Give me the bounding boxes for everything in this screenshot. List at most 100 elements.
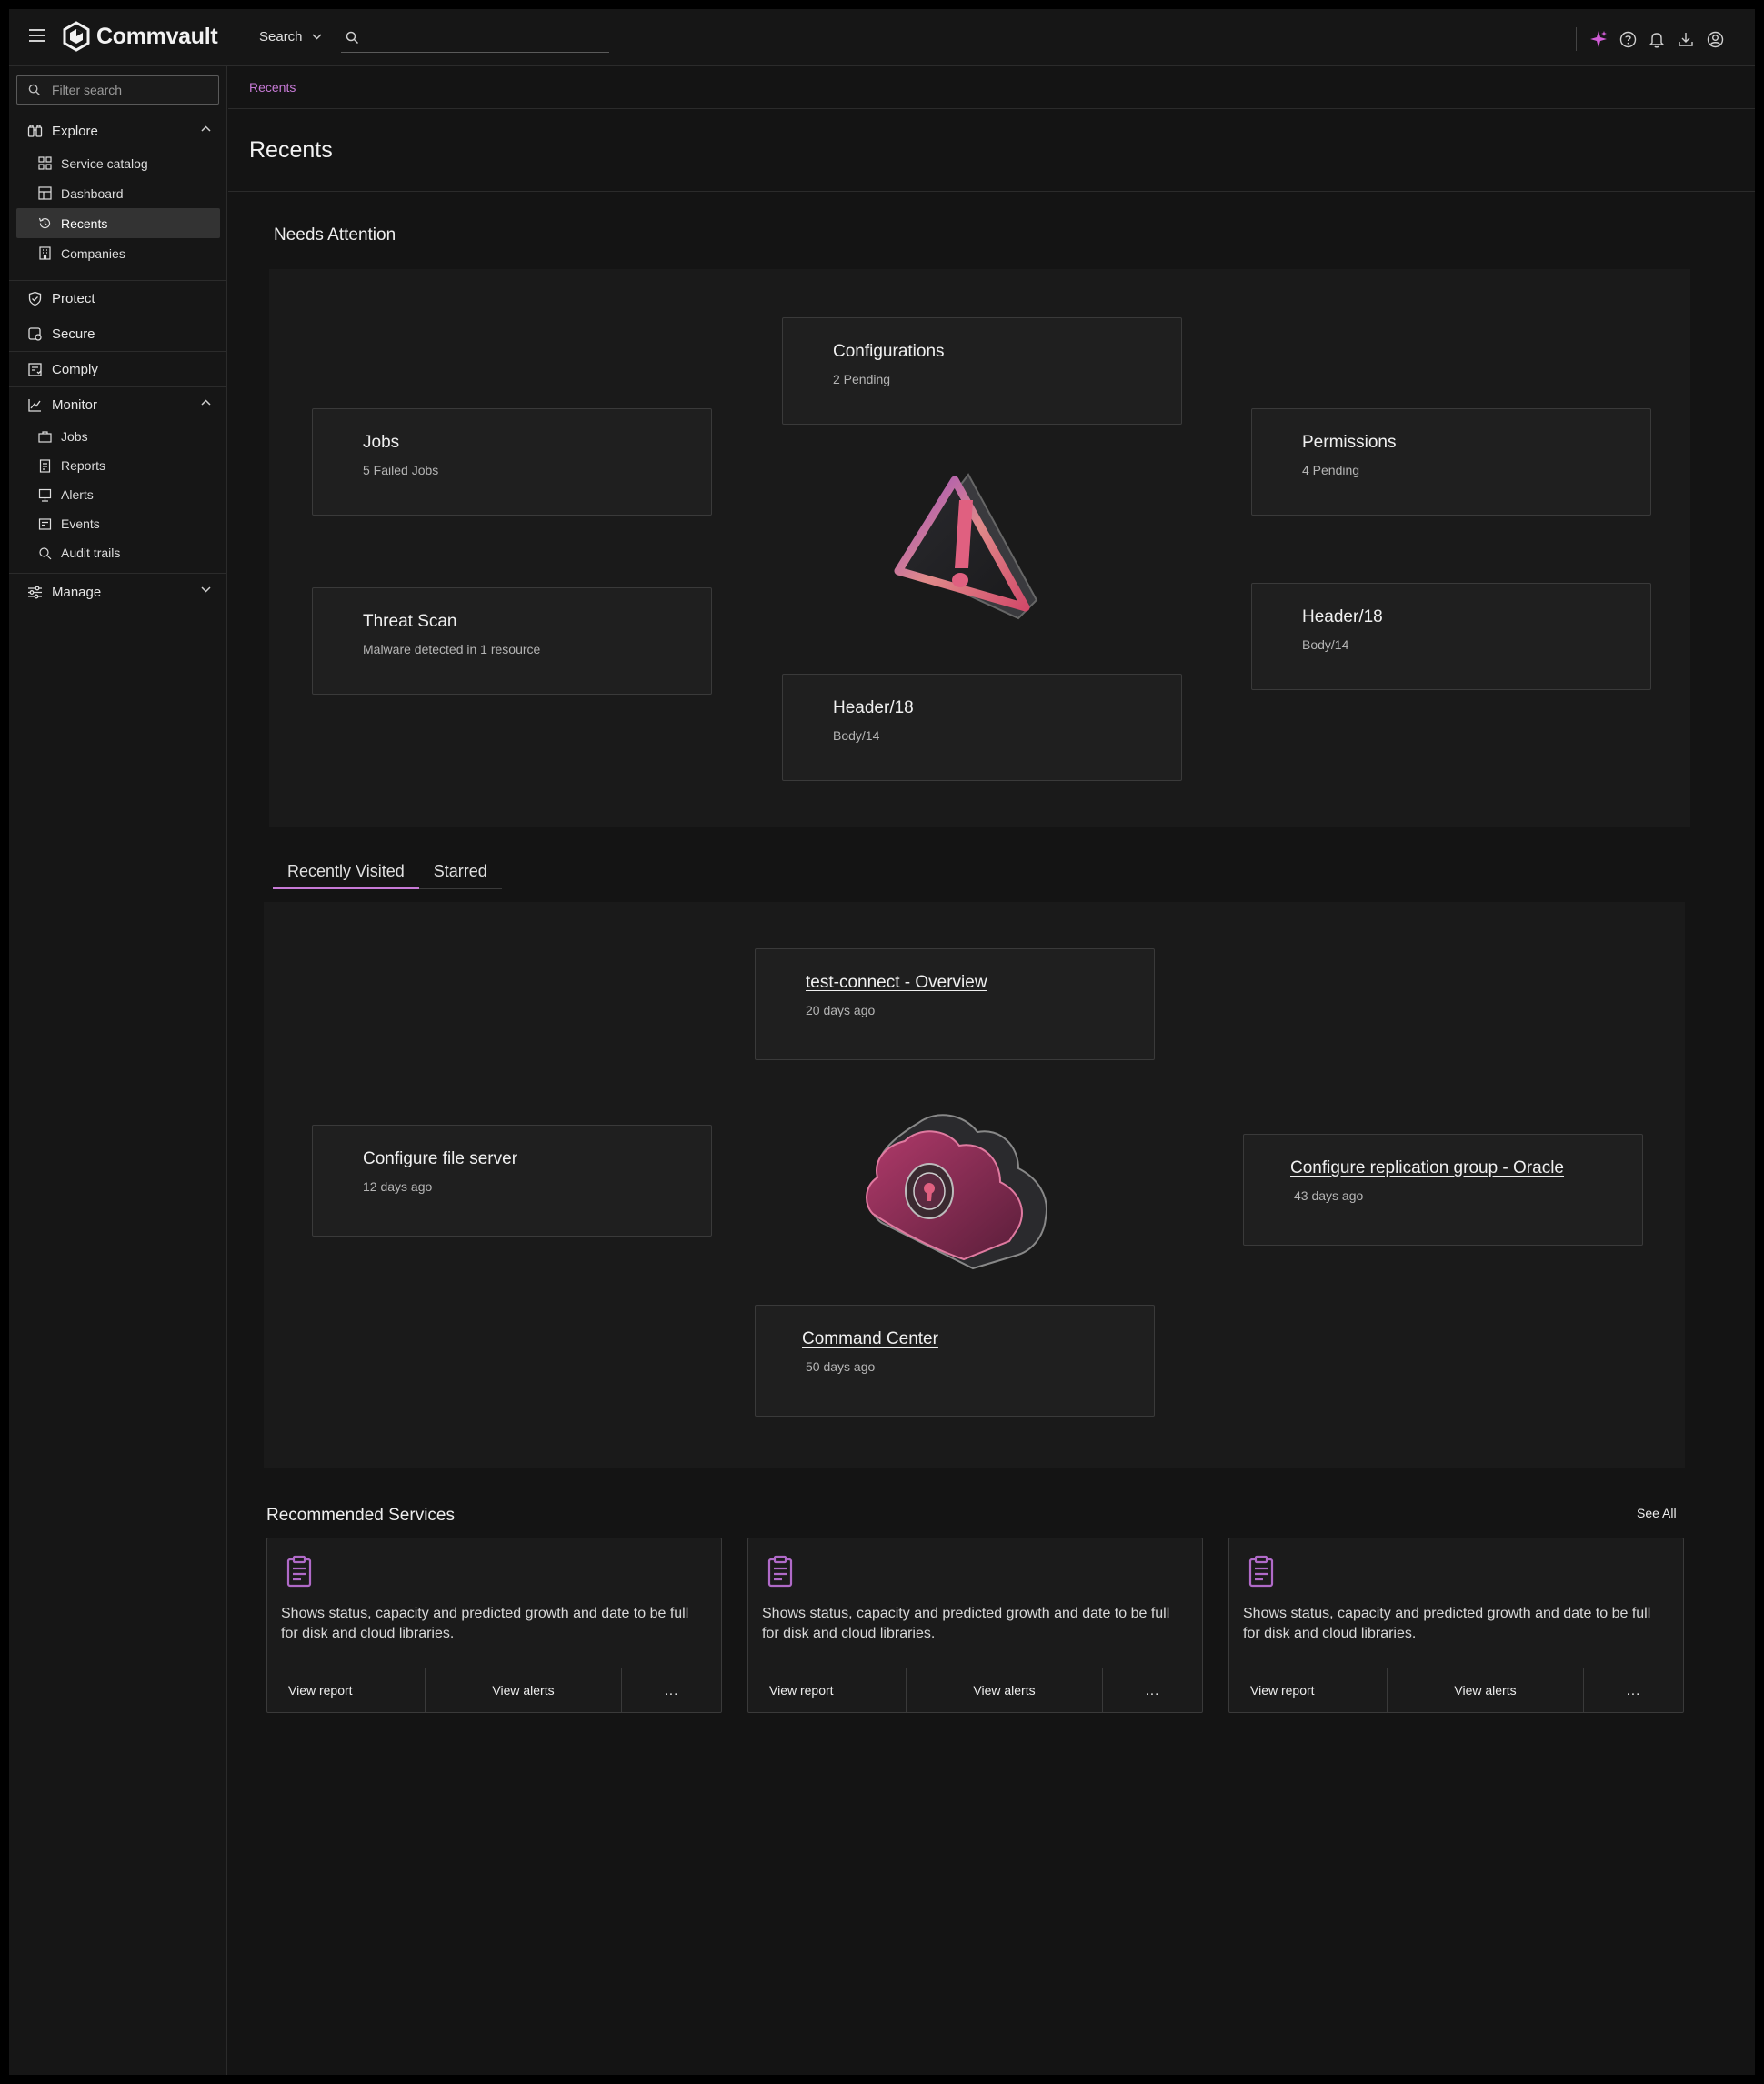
tab-starred[interactable]: Starred	[419, 853, 502, 888]
nav-group-monitor: Monitor Jobs Reports Alerts Events Audit…	[9, 387, 227, 567]
top-icon-group	[1576, 27, 1724, 51]
attention-card-jobs[interactable]: Jobs 5 Failed Jobs	[312, 408, 712, 516]
card-header-link[interactable]: test-connect - Overview	[806, 973, 987, 993]
filter-search[interactable]	[16, 75, 219, 105]
nav-monitor[interactable]: Monitor	[9, 387, 227, 422]
attention-card-placeholder-center[interactable]: Header/18 Body/14	[782, 674, 1182, 781]
nav-protect[interactable]: Protect	[9, 281, 227, 316]
ai-sparkle-icon[interactable]	[1589, 30, 1608, 48]
recent-card-test-connect[interactable]: test-connect - Overview 20 days ago	[755, 948, 1155, 1060]
sidebar-item-audit-trails[interactable]: Audit trails	[16, 538, 220, 567]
service-card: Shows status, capacity and predicted gro…	[1228, 1538, 1684, 1713]
nav-group-secure: Secure	[9, 316, 227, 351]
recent-card-configure-file-server[interactable]: Configure file server 12 days ago	[312, 1125, 712, 1237]
binoculars-icon	[27, 124, 43, 139]
sidebar-item-jobs[interactable]: Jobs	[16, 422, 220, 451]
sidebar-item-label: Events	[61, 516, 100, 531]
sidebar-item-alerts[interactable]: Alerts	[16, 480, 220, 509]
sidebar-item-reports[interactable]: Reports	[16, 451, 220, 480]
attention-card-placeholder-right[interactable]: Header/18 Body/14	[1251, 583, 1651, 690]
needs-attention-title: Needs Attention	[274, 225, 396, 245]
more-options-button[interactable]: ...	[1584, 1668, 1683, 1712]
view-alerts-button[interactable]: View alerts	[426, 1668, 622, 1712]
menu-icon[interactable]	[29, 29, 45, 45]
chevron-down-icon	[312, 34, 322, 40]
attention-card-permissions[interactable]: Permissions 4 Pending	[1251, 408, 1651, 516]
tab-recently-visited[interactable]: Recently Visited	[273, 853, 419, 889]
nav-explore[interactable]: Explore	[9, 114, 227, 148]
event-icon	[38, 517, 52, 531]
sidebar-item-recents[interactable]: Recents	[16, 208, 220, 238]
filter-search-input[interactable]	[52, 83, 206, 97]
card-body: 12 days ago	[363, 1179, 433, 1194]
sidebar-item-events[interactable]: Events	[16, 509, 220, 538]
card-body: 2 Pending	[833, 372, 891, 386]
breadcrumb[interactable]: Recents	[249, 80, 296, 95]
sidebar-item-label: Recents	[61, 215, 108, 231]
card-header-link[interactable]: Command Center	[802, 1329, 938, 1349]
card-body: 20 days ago	[806, 1003, 876, 1017]
sidebar-item-service-catalog[interactable]: Service catalog	[16, 148, 220, 178]
history-icon	[38, 216, 52, 230]
nav-manage[interactable]: Manage	[9, 575, 227, 609]
view-alerts-button[interactable]: View alerts	[907, 1668, 1103, 1712]
recent-card-replication-group[interactable]: Configure replication group - Oracle 43 …	[1243, 1134, 1643, 1246]
help-icon[interactable]	[1619, 30, 1637, 48]
page-title: Recents	[249, 137, 333, 163]
search-scope-dropdown[interactable]: Search	[259, 29, 322, 45]
service-card: Shows status, capacity and predicted gro…	[747, 1538, 1203, 1713]
view-report-button[interactable]: View report	[267, 1668, 426, 1712]
attention-card-configurations[interactable]: Configurations 2 Pending	[782, 317, 1182, 425]
alert-icon	[38, 488, 52, 502]
chevron-down-icon[interactable]	[201, 586, 211, 593]
view-report-button[interactable]: View report	[748, 1668, 907, 1712]
card-header-link[interactable]: Configure file server	[363, 1149, 517, 1169]
chart-line-icon	[27, 397, 43, 413]
nav-comply-label: Comply	[52, 361, 98, 377]
nav-explore-label: Explore	[52, 123, 98, 139]
card-body: 50 days ago	[806, 1359, 876, 1374]
sidebar-item-companies[interactable]: Companies	[16, 238, 220, 268]
nav-manage-label: Manage	[52, 584, 102, 600]
nav-secure-label: Secure	[52, 326, 95, 342]
sidebar-item-label: Companies	[61, 245, 125, 261]
recommended-services-title: Recommended Services	[266, 1506, 455, 1525]
divider	[9, 573, 227, 574]
nav-secure[interactable]: Secure	[9, 316, 227, 351]
service-card: Shows status, capacity and predicted gro…	[266, 1538, 722, 1713]
card-body: Body/14	[833, 728, 880, 743]
global-search[interactable]	[341, 24, 609, 53]
sidebar-item-label: Alerts	[61, 487, 94, 502]
more-options-button[interactable]: ...	[622, 1668, 721, 1712]
service-actions: View report View alerts ...	[267, 1668, 721, 1712]
nav-comply[interactable]: Comply	[9, 352, 227, 386]
chevron-up-icon[interactable]	[201, 399, 211, 406]
view-report-button[interactable]: View report	[1229, 1668, 1388, 1712]
more-options-button[interactable]: ...	[1103, 1668, 1202, 1712]
card-body: 4 Pending	[1302, 463, 1360, 477]
global-search-input[interactable]	[366, 30, 594, 45]
sidebar-item-dashboard[interactable]: Dashboard	[16, 178, 220, 208]
user-profile-icon[interactable]	[1706, 30, 1724, 48]
download-icon[interactable]	[1677, 30, 1695, 48]
clipboard-icon	[767, 1555, 793, 1588]
card-body: 5 Failed Jobs	[363, 463, 439, 477]
card-body: Body/14	[1302, 637, 1349, 652]
title-bar: Recents	[228, 110, 1755, 192]
briefcase-icon	[38, 430, 52, 444]
bell-icon[interactable]	[1648, 30, 1666, 48]
view-alerts-button[interactable]: View alerts	[1388, 1668, 1584, 1712]
card-header-link[interactable]: Configure replication group - Oracle	[1290, 1158, 1564, 1178]
sidebar-item-label: Service catalog	[61, 155, 148, 171]
search-icon	[28, 84, 41, 96]
see-all-link[interactable]: See All	[1637, 1506, 1677, 1520]
sidebar-item-label: Jobs	[61, 429, 88, 444]
sidebar-item-label: Dashboard	[61, 185, 124, 201]
attention-card-threat-scan[interactable]: Threat Scan Malware detected in 1 resour…	[312, 587, 712, 695]
sidebar: Explore Service catalog Dashboard Recent…	[9, 66, 227, 2075]
card-body: 43 days ago	[1294, 1188, 1364, 1203]
chevron-up-icon[interactable]	[201, 125, 211, 132]
recent-card-command-center[interactable]: Command Center 50 days ago	[755, 1305, 1155, 1417]
top-bar: Commvault Search	[9, 9, 1755, 66]
brand-logo[interactable]: Commvault	[62, 21, 218, 52]
